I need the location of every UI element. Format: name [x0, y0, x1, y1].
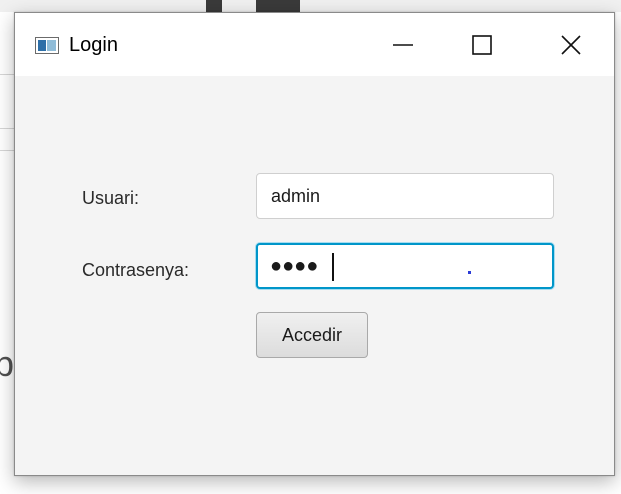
background-app-strip	[0, 0, 621, 12]
username-label: Usuari:	[82, 188, 140, 208]
close-icon	[560, 34, 582, 56]
password-masked-value: ●●●●	[270, 255, 319, 277]
background-mark	[206, 0, 222, 12]
maximize-button[interactable]	[452, 13, 512, 76]
close-button[interactable]	[541, 13, 601, 76]
username-value: admin	[271, 186, 321, 206]
login-button[interactable]: Accedir	[256, 312, 368, 358]
login-window: Login Usuari: admin Contrasenya: ●●●● Ac…	[14, 12, 615, 476]
password-field[interactable]: ●●●●	[256, 243, 554, 289]
app-icon	[35, 37, 59, 54]
password-label: Contrasenya:	[82, 260, 190, 280]
window-title: Login	[69, 34, 118, 56]
minimize-icon	[392, 34, 414, 56]
minimize-button[interactable]	[373, 13, 433, 76]
title-bar[interactable]: Login	[15, 13, 614, 76]
username-field[interactable]: admin	[256, 173, 554, 219]
text-caret	[332, 253, 334, 281]
background-divider	[0, 128, 14, 129]
background-divider	[0, 74, 14, 75]
background-mark	[256, 0, 300, 12]
background-divider	[0, 150, 14, 151]
background-partial-text: p	[0, 343, 15, 384]
cursor-artifact	[468, 271, 471, 274]
maximize-icon	[471, 34, 493, 56]
